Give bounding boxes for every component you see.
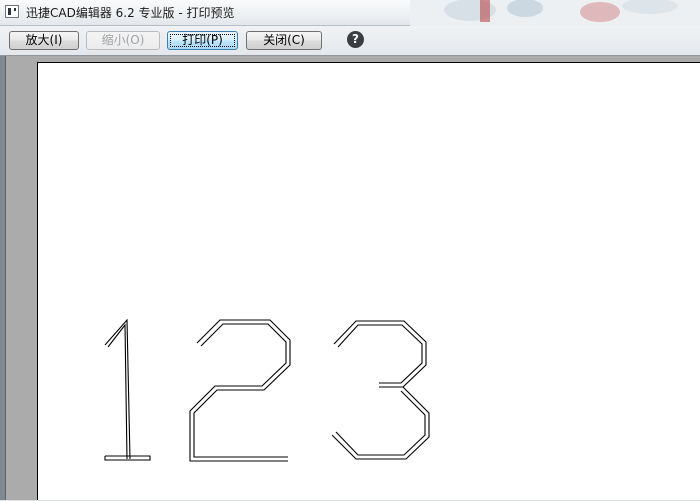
print-button[interactable]: 打印(P) xyxy=(167,31,238,50)
drawing-digit-1 xyxy=(104,318,151,461)
close-button[interactable]: 关闭(C) xyxy=(246,31,322,50)
drawing-digit-2 xyxy=(189,319,291,462)
help-icon[interactable]: ? xyxy=(347,31,364,48)
print-preview-area xyxy=(6,56,700,500)
preview-page xyxy=(37,62,700,500)
app-icon[interactable] xyxy=(5,5,19,18)
title-bar: 迅捷CAD编辑器 6.2 专业版 - 打印预览 xyxy=(0,0,700,26)
drawing-digit-3 xyxy=(331,320,430,460)
zoom-out-button[interactable]: 缩小(O) xyxy=(86,31,160,50)
titlebar-background-art xyxy=(410,0,700,26)
cad-drawing xyxy=(104,318,430,462)
zoom-in-button[interactable]: 放大(I) xyxy=(9,31,79,50)
window-title: 迅捷CAD编辑器 6.2 专业版 - 打印预览 xyxy=(26,6,235,20)
